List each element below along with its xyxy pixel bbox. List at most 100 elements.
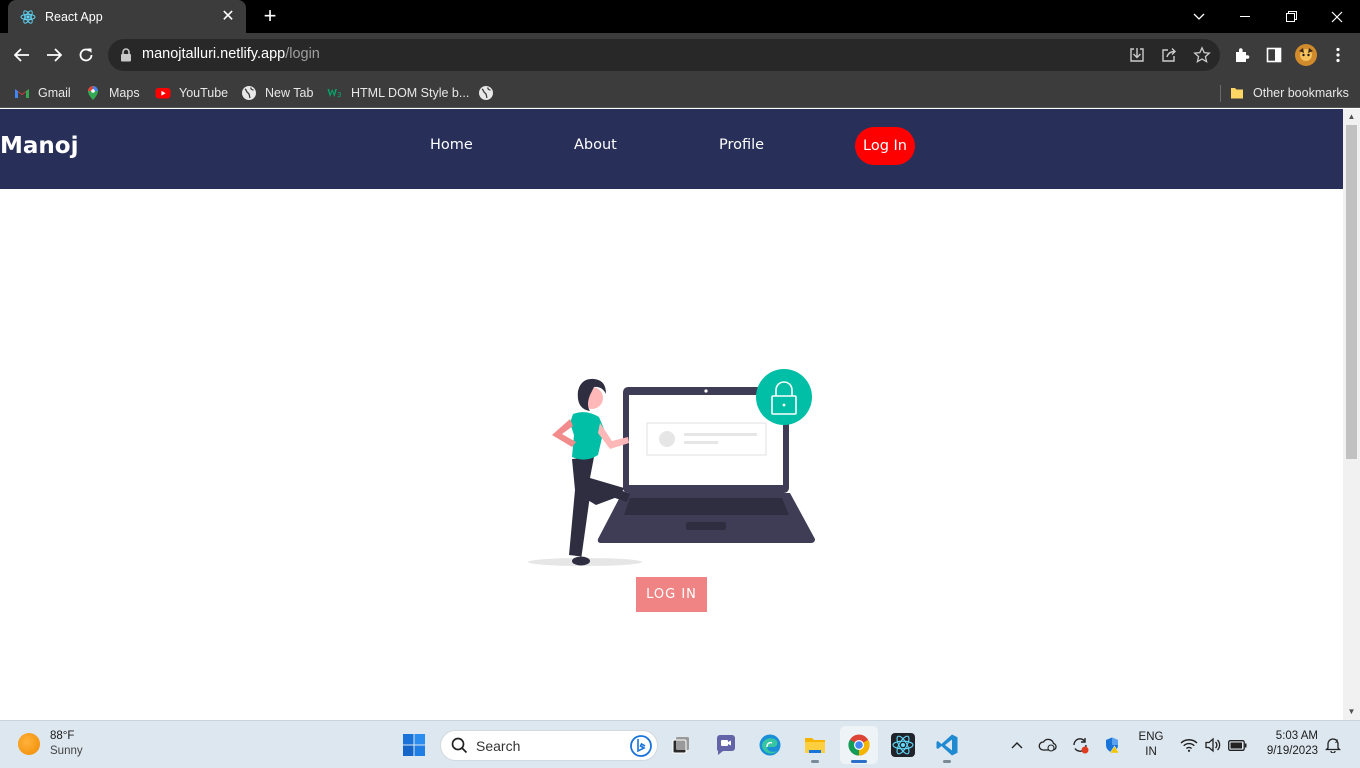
- folder-icon: [1231, 88, 1243, 99]
- volume-icon[interactable]: [1203, 735, 1223, 755]
- bing-icon: [630, 734, 652, 757]
- vscode-icon: [936, 734, 958, 756]
- lock-icon: [121, 48, 131, 62]
- extensions-icon[interactable]: [1226, 39, 1258, 71]
- language-region: IN: [1145, 746, 1157, 758]
- bookmark-label: New Tab: [265, 86, 314, 100]
- tab-search-chevron-icon[interactable]: [1176, 0, 1222, 33]
- close-window-icon[interactable]: [1314, 0, 1360, 33]
- wifi-icon[interactable]: [1179, 735, 1199, 755]
- scroll-up-arrow-icon[interactable]: ▲: [1347, 112, 1356, 121]
- reload-icon[interactable]: [70, 39, 102, 71]
- bookmark-label: YouTube: [179, 86, 229, 100]
- restore-icon[interactable]: [1268, 0, 1314, 33]
- weather-widget[interactable]: 88°F Sunny: [18, 729, 83, 759]
- bookmark-label: Gmail: [38, 86, 71, 100]
- new-tab-button[interactable]: +: [258, 5, 282, 29]
- notifications-bell-icon[interactable]: z: [1323, 735, 1343, 755]
- battery-icon[interactable]: [1227, 735, 1247, 755]
- react-icon: [20, 9, 36, 24]
- vscode-app[interactable]: [928, 726, 966, 764]
- forward-icon[interactable]: [38, 39, 70, 71]
- edge-app[interactable]: [751, 726, 789, 764]
- running-indicator: [811, 760, 819, 763]
- site-navbar: Manoj Home About Profile Log In: [0, 109, 1343, 189]
- globe-icon: [479, 86, 493, 100]
- teams-chat-app[interactable]: [707, 726, 745, 764]
- back-icon[interactable]: [6, 39, 38, 71]
- login-illustration: [528, 369, 815, 566]
- site-brand[interactable]: Manoj: [0, 133, 78, 159]
- bookmark-globe[interactable]: [478, 82, 502, 104]
- page-scrollbar[interactable]: ▲ ▼: [1343, 109, 1360, 720]
- active-indicator: [851, 760, 867, 763]
- scroll-down-arrow-icon[interactable]: ▼: [1347, 707, 1356, 716]
- start-button[interactable]: [395, 726, 433, 764]
- profile-avatar[interactable]: [1290, 39, 1322, 71]
- taskbar-search[interactable]: Search: [440, 730, 658, 761]
- chrome-app[interactable]: [840, 726, 878, 764]
- search-label: Search: [476, 737, 521, 754]
- browser-tab-strip: React App ✕ +: [0, 0, 1360, 33]
- minimize-icon[interactable]: [1222, 0, 1268, 33]
- task-view-button[interactable]: [662, 726, 700, 764]
- nav-login-button[interactable]: Log In: [855, 127, 915, 165]
- bookmarks-separator: [1220, 85, 1221, 102]
- search-icon: [451, 737, 468, 754]
- globe-icon: [242, 86, 256, 100]
- other-bookmarks-folder[interactable]: Other bookmarks: [1229, 82, 1349, 104]
- side-panel-icon[interactable]: [1258, 39, 1290, 71]
- react-devtools-app[interactable]: [884, 726, 922, 764]
- nav-about-link[interactable]: About: [574, 137, 617, 153]
- gmail-icon: [15, 89, 29, 98]
- language-indicator[interactable]: ENG IN: [1137, 730, 1165, 760]
- youtube-icon: [155, 88, 171, 99]
- security-shield-icon[interactable]: [1102, 735, 1122, 755]
- menu-kebab-icon[interactable]: [1322, 39, 1354, 71]
- nav-home-link[interactable]: Home: [430, 137, 473, 153]
- bookmark-maps[interactable]: Maps: [85, 82, 140, 104]
- folder-icon: [805, 738, 825, 753]
- svg-text:z: z: [1335, 738, 1338, 745]
- install-app-icon[interactable]: [1128, 46, 1146, 64]
- close-tab-icon[interactable]: ✕: [220, 8, 236, 25]
- running-indicator: [943, 760, 951, 763]
- system-clock[interactable]: 5:03 AM 9/19/2023: [1256, 729, 1318, 759]
- url-path: /login: [285, 46, 320, 62]
- windows-taskbar: 88°F Sunny Search ENG IN 5:03 AM 9/19/20…: [0, 720, 1360, 768]
- share-icon[interactable]: [1160, 46, 1178, 64]
- scrollbar-thumb[interactable]: [1346, 125, 1357, 459]
- clock-time: 5:03 AM: [1275, 730, 1318, 742]
- nav-profile-link[interactable]: Profile: [719, 137, 764, 153]
- clock-date: 9/19/2023: [1266, 745, 1318, 757]
- bookmarks-bar: Gmail Maps YouTube New Tab 3 HTML DOM St…: [0, 77, 1360, 108]
- w3schools-icon: 3: [327, 89, 341, 99]
- file-explorer-app[interactable]: [796, 726, 834, 764]
- bookmark-new-tab[interactable]: New Tab: [241, 82, 313, 104]
- sun-icon: [18, 733, 40, 755]
- bookmark-gmail[interactable]: Gmail: [14, 82, 71, 104]
- weather-temp: 88°F: [50, 730, 75, 742]
- browser-tab[interactable]: React App ✕: [8, 0, 246, 33]
- show-hidden-icons-chevron-icon[interactable]: [1007, 735, 1027, 755]
- edge-icon: [759, 734, 781, 756]
- url-host: manojtalluri.netlify.app: [142, 46, 286, 62]
- bookmark-star-icon[interactable]: [1193, 46, 1211, 64]
- react-icon: [891, 733, 915, 757]
- update-sync-icon[interactable]: [1070, 735, 1090, 755]
- bookmark-label: HTML DOM Style b...: [351, 86, 470, 100]
- page-viewport: Manoj Home About Profile Log In LOG IN: [0, 109, 1343, 720]
- chrome-icon: [848, 734, 870, 756]
- windows-logo-icon: [403, 734, 425, 756]
- address-bar[interactable]: manojtalluri.netlify.app/login: [108, 39, 1220, 71]
- task-view-icon: [672, 737, 689, 754]
- other-bookmarks-label: Other bookmarks: [1253, 86, 1349, 100]
- tab-title: React App: [45, 9, 103, 24]
- onedrive-sync-icon[interactable]: [1038, 735, 1058, 755]
- bookmark-youtube[interactable]: YouTube: [155, 82, 228, 104]
- maps-icon: [88, 86, 98, 100]
- login-button[interactable]: LOG IN: [636, 577, 707, 612]
- bookmark-html-dom-style[interactable]: 3 HTML DOM Style b...: [327, 82, 469, 104]
- language-code: ENG: [1138, 731, 1164, 743]
- teams-chat-icon: [716, 735, 735, 755]
